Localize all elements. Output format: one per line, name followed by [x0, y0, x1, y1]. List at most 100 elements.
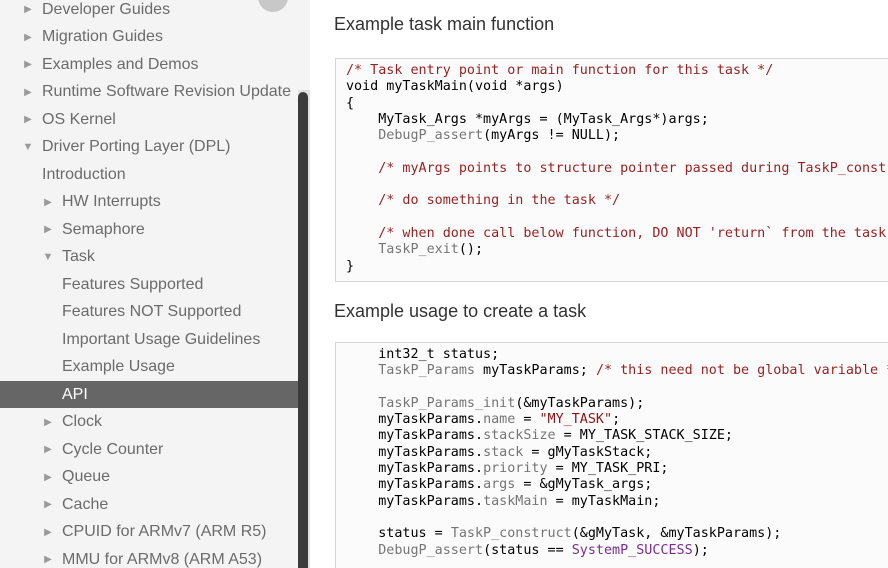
sidebar-item[interactable]: ▶ Migration Guides — [0, 24, 310, 51]
sidebar-item-label: Clock — [62, 413, 103, 430]
sidebar-item-label: Important Usage Guidelines — [62, 330, 261, 348]
code-block-task-main: /* Task entry point or main function for… — [335, 58, 888, 282]
sidebar-item[interactable]: ▶ HW Interrupts — [0, 189, 310, 216]
code-token: status = — [346, 526, 451, 542]
caret-right-icon[interactable]: ▶ — [22, 114, 34, 125]
caret-right-icon[interactable]: ▶ — [22, 32, 34, 43]
sidebar-item-label: Semaphore — [62, 220, 145, 238]
code-token: = MY_TASK_PRI; — [547, 461, 669, 477]
caret-down-icon[interactable]: ▼ — [42, 251, 54, 263]
caret-right-icon[interactable]: ▶ — [42, 554, 54, 565]
sidebar-item-label: Developer Guides — [42, 0, 171, 18]
code-token: args — [483, 477, 516, 493]
sidebar-item-label: API — [62, 385, 88, 403]
sidebar-item[interactable]: ▶ Runtime Software Revision Update — [0, 79, 310, 106]
section-heading-create-task: Example usage to create a task — [334, 301, 587, 321]
sidebar-item-label: Driver Porting Layer (DPL) — [42, 138, 231, 155]
sidebar-item[interactable]: ▶ Cycle Counter — [0, 436, 310, 463]
sidebar-item-label: Task — [62, 248, 95, 265]
code-token: /* myArgs points to structure pointer pa… — [346, 160, 888, 176]
sidebar-item-label: Cycle Counter — [62, 440, 164, 458]
code-token: = &gMyTask_args; — [515, 477, 653, 493]
code-token: DebugP_assert — [346, 128, 484, 144]
code-token: "MY_TASK" — [539, 412, 613, 428]
code-token: TaskP_exit — [346, 242, 459, 258]
section-heading-task-main: Example task main function — [334, 14, 555, 34]
code-token: myTaskParams. — [346, 412, 484, 428]
sidebar-item-label: Introduction — [42, 165, 126, 183]
code-token: myTaskParams; — [475, 363, 596, 379]
sidebar-item[interactable]: Features Supported — [0, 271, 310, 298]
sidebar-item-label: OS Kernel — [42, 110, 116, 128]
sidebar-item[interactable]: ▶ Semaphore — [0, 216, 310, 243]
sidebar-item[interactable]: ▼ Task — [0, 244, 310, 271]
code-token: = MY_TASK_STACK_SIZE; — [555, 428, 733, 444]
sidebar-item-label: Queue — [62, 468, 111, 485]
sidebar-item[interactable]: ▶ Clock — [0, 409, 310, 436]
code-token: (status == — [483, 542, 572, 558]
sidebar-item[interactable]: ▶ MMU for ARMv8 (ARM A53) — [0, 546, 310, 568]
caret-right-icon[interactable]: ▶ — [42, 499, 54, 510]
code-token: /* Task entry point or main function for… — [346, 63, 774, 78]
sidebar-item[interactable]: ▶ OS Kernel — [0, 106, 310, 133]
sidebar-nav: ▶ Developer Guides ▶ Migration Guides ▶ Examp… — [0, 0, 310, 568]
code-block-create-task: int32_t status; TaskP_Params myTaskParam… — [335, 342, 888, 568]
sidebar-item[interactable]: ▶ Examples and Demos — [0, 51, 310, 78]
code-text: int32_t status; TaskP_Params myTaskParam… — [336, 343, 888, 559]
sidebar-item-label: Migration Guides — [42, 28, 163, 45]
code-token: /* this need not be global variable */ — [595, 363, 888, 379]
sidebar-item[interactable]: Introduction — [0, 161, 310, 188]
code-token: priority — [483, 461, 548, 477]
code-token: SystemP_SUCCESS — [571, 542, 693, 558]
caret-down-icon[interactable]: ▼ — [22, 141, 34, 153]
code-token: TaskP_construct — [450, 526, 572, 542]
caret-right-icon[interactable]: ▶ — [42, 224, 54, 235]
caret-right-icon[interactable]: ▶ — [22, 87, 34, 98]
code-token: /* when done call below function, DO NOT… — [346, 225, 888, 241]
sidebar-item[interactable]: ▼ Driver Porting Layer (DPL) — [0, 134, 310, 161]
code-token: myTaskParams. — [346, 493, 484, 509]
code-token: stack — [483, 444, 524, 460]
code-token: void myTaskMain(void *args) — [346, 79, 564, 95]
code-token: TaskP_Params_init — [346, 395, 516, 411]
sidebar-item-label: Cache — [62, 495, 109, 513]
code-token: myTaskParams. — [346, 444, 484, 460]
code-token: DebugP_assert — [346, 542, 484, 558]
sidebar-item-label: Example Usage — [62, 358, 175, 375]
code-token: = gMyTaskStack; — [523, 444, 653, 460]
code-token: = — [515, 412, 540, 428]
caret-right-icon[interactable]: ▶ — [22, 4, 34, 15]
sidebar-item[interactable]: Example Usage — [0, 354, 310, 381]
sidebar-item[interactable]: ▶ Cache — [0, 491, 310, 518]
code-token: (myArgs != NULL); — [483, 128, 621, 144]
code-token: ); — [692, 542, 709, 558]
code-token: { — [346, 95, 355, 111]
caret-right-icon[interactable]: ▶ — [42, 527, 54, 538]
caret-right-icon[interactable]: ▶ — [42, 472, 54, 483]
sidebar-item-label: HW Interrupts — [62, 193, 161, 210]
sidebar-item[interactable]: API — [0, 381, 310, 408]
sidebar-item[interactable]: ▶ CPUID for ARMv7 (ARM R5) — [0, 519, 310, 546]
caret-right-icon[interactable]: ▶ — [42, 417, 54, 428]
code-token: myTaskParams. — [346, 477, 484, 493]
sidebar-item-label: Runtime Software Revision Update — [42, 83, 292, 100]
code-token: myTaskParams. — [346, 461, 484, 477]
sidebar-item-label: MMU for ARMv8 (ARM A53) — [62, 550, 263, 568]
caret-right-icon[interactable]: ▶ — [22, 59, 34, 70]
sidebar-item[interactable]: Important Usage Guidelines — [0, 326, 310, 353]
code-token: taskMain — [483, 493, 548, 509]
code-token: int32_t status; — [346, 347, 500, 362]
code-token: } — [346, 258, 355, 274]
code-token: /* do something in the task */ — [346, 193, 621, 209]
code-token: (&gMyTask, &myTaskParams); — [571, 526, 782, 542]
code-token: ; — [612, 412, 621, 428]
code-token: (&myTaskParams); — [515, 395, 645, 411]
caret-right-icon[interactable]: ▶ — [42, 197, 54, 208]
sidebar-item-label: CPUID for ARMv7 (ARM R5) — [62, 523, 267, 540]
sidebar-item[interactable]: ▶ Queue — [0, 464, 310, 491]
code-token: MyTask_Args *myArgs = (MyTask_Args*)args… — [346, 111, 709, 127]
code-token: name — [483, 412, 516, 428]
sidebar-scrollbar-thumb[interactable] — [298, 92, 308, 568]
caret-right-icon[interactable]: ▶ — [42, 444, 54, 455]
sidebar-item[interactable]: Features NOT Supported — [0, 299, 310, 326]
